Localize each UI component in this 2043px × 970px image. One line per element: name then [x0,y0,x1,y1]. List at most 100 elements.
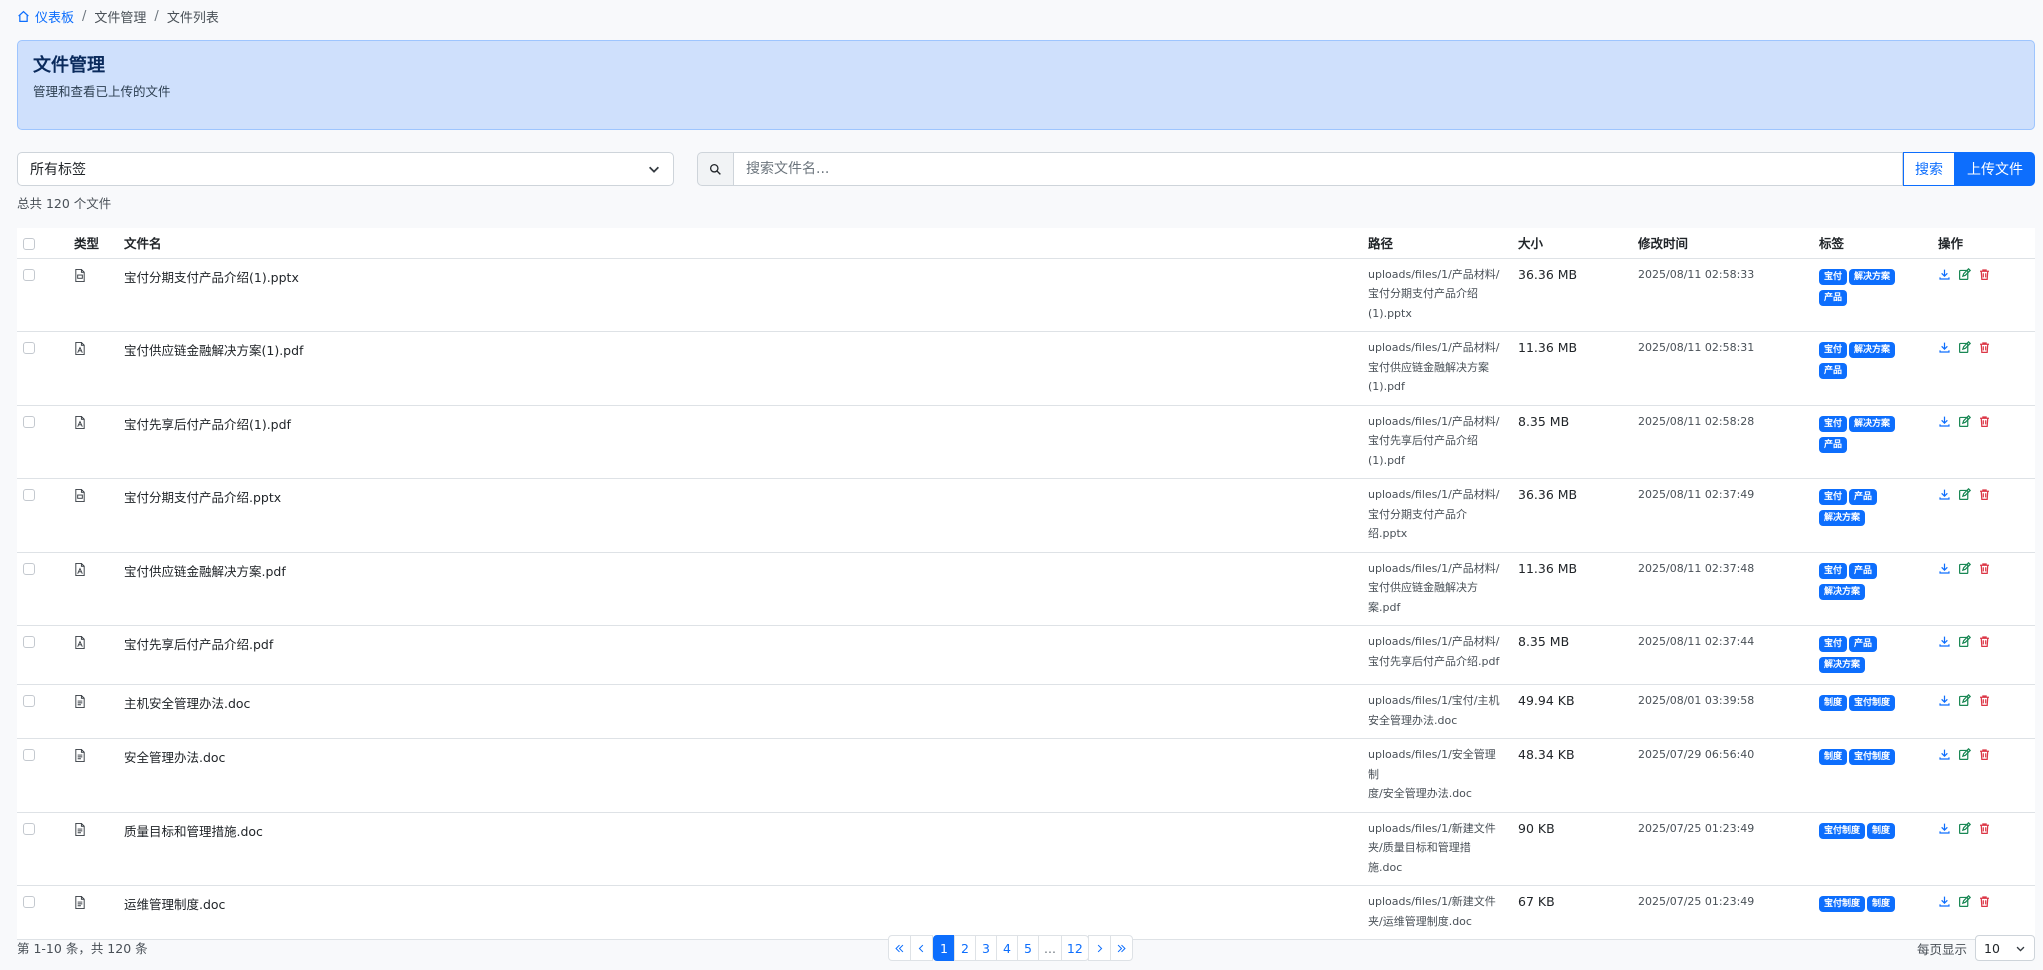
file-tags: 宝付 解决方案产品 [1813,258,1932,332]
delete-button[interactable] [1978,562,1991,575]
file-name[interactable]: 宝付先享后付产品介绍.pdf [118,625,1362,685]
file-name[interactable]: 运维管理制度.doc [118,885,1362,940]
delete-button[interactable] [1978,635,1991,648]
table-row[interactable]: 运维管理制度.doc uploads/files/1/新建文件 夹/运维管理制度.… [17,885,2035,940]
download-button[interactable] [1938,562,1951,575]
column-header-tags: 标签 [1813,228,1932,259]
next-page-button[interactable] [1087,935,1111,961]
word-file-icon [74,822,112,836]
page-button[interactable]: 2 [954,935,976,961]
download-icon [1939,636,1950,647]
file-tags: 宝付制度 制度 [1813,885,1932,940]
row-checkbox[interactable] [23,489,35,501]
row-checkbox[interactable] [23,415,35,428]
delete-button[interactable] [1978,748,1991,761]
row-checkbox[interactable] [23,695,35,707]
download-button[interactable] [1938,341,1951,354]
delete-button[interactable] [1978,488,1991,501]
edit-button[interactable] [1958,635,1971,648]
download-button[interactable] [1938,268,1951,281]
row-checkbox[interactable] [23,822,35,835]
row-checkbox[interactable] [23,749,35,761]
delete-button[interactable] [1978,341,1991,354]
row-checkbox[interactable] [23,636,35,648]
page-button[interactable]: 4 [996,935,1018,961]
delete-button[interactable] [1978,415,1991,428]
row-checkbox[interactable] [23,896,35,908]
edit-button[interactable] [1958,267,1971,281]
file-name[interactable]: 质量目标和管理措施.doc [118,812,1362,886]
table-row[interactable]: 宝付先享后付产品介绍.pdf uploads/files/1/产品材料/宝付先享… [17,625,2035,685]
search-input[interactable] [733,152,1903,186]
first-page-button[interactable] [888,935,911,961]
table-row[interactable]: 质量目标和管理措施.doc uploads/files/1/新建文件 夹/质量目标… [17,812,2035,886]
breadcrumb-file-management[interactable]: 文件管理 [94,7,146,26]
download-button[interactable] [1938,488,1951,501]
tag-badge: 解决方案 [1849,342,1896,358]
edit-button[interactable] [1958,414,1971,428]
upload-file-button[interactable]: 上传文件 [1955,152,2035,186]
edit-button[interactable] [1958,748,1971,761]
edit-button[interactable] [1958,895,1971,908]
row-checkbox[interactable] [23,342,35,354]
column-header-size[interactable]: 大小 [1512,228,1632,259]
breadcrumb-home-link[interactable]: 仪表板 [17,7,74,26]
file-name[interactable]: 宝付分期支付产品介绍(1).pptx [118,258,1362,332]
column-header-name[interactable]: 文件名 [118,228,1362,259]
delete-button[interactable] [1978,822,1991,835]
last-page-button[interactable] [1109,935,1133,961]
edit-button[interactable] [1958,561,1971,575]
per-page-select[interactable]: 10 [1975,935,2035,961]
download-button[interactable] [1938,415,1951,428]
download-icon [1939,269,1950,280]
file-size: 11.36 MB [1512,552,1632,626]
table-row[interactable]: 宝付先享后付产品介绍(1).pdf uploads/files/1/产品材料/宝… [17,405,2035,479]
tag-filter-select[interactable]: 所有标签 [17,152,674,186]
tag-badge: 产品 [1849,562,1878,579]
row-checkbox[interactable] [23,562,35,575]
delete-button[interactable] [1978,268,1991,281]
page-button[interactable]: 12 [1060,935,1089,961]
trash-icon [1980,749,1989,760]
row-actions [1938,414,2029,428]
download-button[interactable] [1938,748,1951,761]
search-group: 搜索 上传文件 [697,152,2035,186]
delete-button[interactable] [1978,694,1991,707]
edit-icon [1959,267,1971,280]
table-row[interactable]: 宝付分期支付产品介绍(1).pptx uploads/files/1/产品材料/… [17,258,2035,332]
file-tags: 宝付制度 制度 [1813,812,1932,886]
edit-button[interactable] [1958,488,1971,501]
table-row[interactable]: 安全管理办法.doc uploads/files/1/安全管理制 度/安全管理办法… [17,738,2035,813]
tag-badge: 宝付 [1819,489,1848,505]
file-name[interactable]: 宝付先享后付产品介绍(1).pdf [118,405,1362,479]
edit-button[interactable] [1958,694,1971,707]
table-row[interactable]: 宝付分期支付产品介绍.pptx uploads/files/1/产品材料/宝付分… [17,478,2035,553]
file-path-line: 度/安全管理办法.doc [1368,787,1472,800]
table-row[interactable]: 主机安全管理办法.doc uploads/files/1/宝付/主机 安全管理办法… [17,684,2035,739]
file-name[interactable]: 安全管理办法.doc [118,738,1362,813]
select-all-checkbox[interactable] [23,237,35,250]
file-name[interactable]: 宝付供应链金融解决方案(1).pdf [118,331,1362,406]
page-button[interactable]: 1 [933,935,955,961]
edit-button[interactable] [1958,821,1971,835]
file-name[interactable]: 宝付分期支付产品介绍.pptx [118,478,1362,553]
table-row[interactable]: 宝付供应链金融解决方案(1).pdf uploads/files/1/产品材料/… [17,331,2035,406]
search-button[interactable]: 搜索 [1903,152,1955,186]
file-modified-time: 2025/08/11 02:58:28 [1632,405,1813,479]
download-button[interactable] [1938,895,1951,908]
row-checkbox[interactable] [23,268,35,281]
download-button[interactable] [1938,635,1951,648]
file-name[interactable]: 宝付供应链金融解决方案.pdf [118,552,1362,626]
edit-button[interactable] [1958,341,1971,354]
table-row[interactable]: 宝付供应链金融解决方案.pdf uploads/files/1/产品材料/宝付供… [17,552,2035,626]
prev-page-button[interactable] [910,935,933,961]
delete-button[interactable] [1978,895,1991,908]
file-name[interactable]: 主机安全管理办法.doc [118,684,1362,739]
home-icon [17,10,30,23]
download-button[interactable] [1938,822,1951,835]
breadcrumb-file-list: 文件列表 [166,10,219,26]
page-button[interactable]: 3 [975,935,997,961]
download-button[interactable] [1938,694,1951,707]
column-header-mtime[interactable]: 修改时间 [1632,228,1813,259]
page-button[interactable]: 5 [1017,935,1039,961]
